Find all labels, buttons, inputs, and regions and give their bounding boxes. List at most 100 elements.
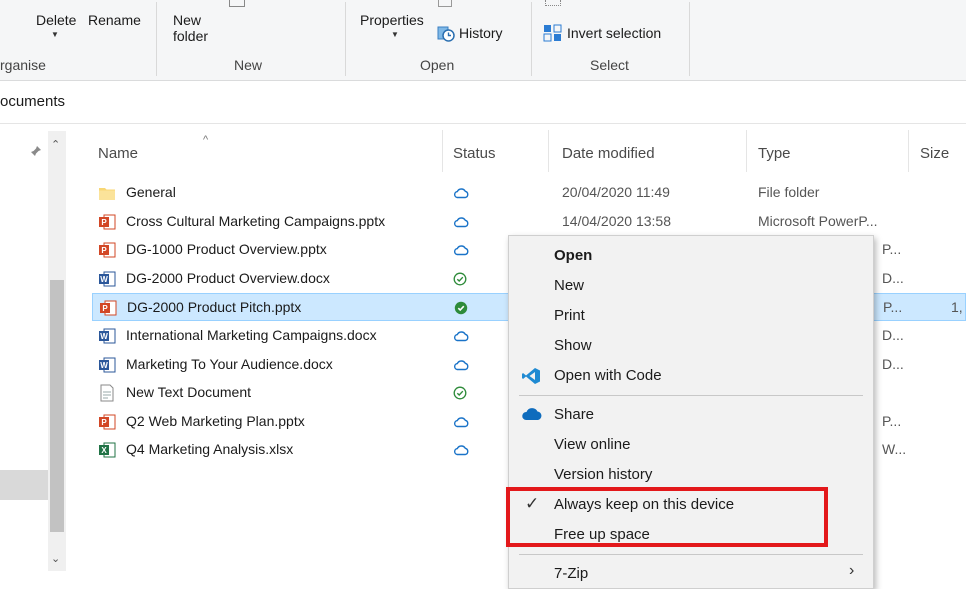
onedrive-cloud-icon bbox=[521, 406, 542, 424]
menu-item-print[interactable]: Print bbox=[509, 302, 873, 330]
excel-icon: X bbox=[98, 441, 116, 459]
checkmark-icon: ✓ bbox=[525, 494, 540, 513]
file-name: General bbox=[126, 184, 176, 200]
column-divider[interactable] bbox=[746, 130, 747, 172]
file-name: New Text Document bbox=[126, 384, 252, 401]
menu-item-version-history[interactable]: Version history bbox=[509, 461, 873, 489]
menu-item-view-online[interactable]: View online bbox=[509, 431, 873, 459]
cloud-status-icon bbox=[453, 243, 469, 259]
column-header-type[interactable]: Type bbox=[758, 145, 791, 162]
rename-button[interactable]: Rename bbox=[88, 12, 141, 28]
file-type: File folder bbox=[758, 184, 820, 200]
group-label-open: Open bbox=[420, 57, 455, 73]
address-path: ocuments bbox=[0, 93, 66, 110]
menu-item-7zip[interactable]: 7-Zip › bbox=[509, 560, 873, 588]
ribbon: Delete ▼ Rename New folder Properties ▼ … bbox=[0, 0, 966, 81]
always-available-status-icon bbox=[454, 301, 468, 318]
svg-text:W: W bbox=[100, 361, 108, 370]
file-name: Q2 Web Marketing Plan.pptx bbox=[126, 412, 305, 429]
cloud-status-icon bbox=[453, 186, 469, 202]
menu-item-open-with-code[interactable]: Open with Code bbox=[509, 362, 873, 390]
file-date-modified: 20/04/2020 11:49 bbox=[562, 184, 670, 200]
word-icon: W bbox=[98, 270, 116, 288]
group-divider bbox=[689, 2, 690, 76]
cloud-status-icon bbox=[453, 329, 469, 345]
column-divider[interactable] bbox=[442, 130, 443, 172]
column-divider[interactable] bbox=[908, 130, 909, 172]
menu-item-label: 7-Zip bbox=[554, 565, 589, 582]
svg-text:P: P bbox=[101, 218, 107, 227]
delete-dropdown-icon[interactable]: ▼ bbox=[51, 30, 59, 39]
group-label-organise: rganise bbox=[0, 57, 46, 73]
history-button[interactable]: History bbox=[459, 25, 503, 41]
menu-item-label: Print bbox=[554, 307, 585, 324]
file-name: DG-2000 Product Pitch.pptx bbox=[127, 299, 302, 316]
file-row[interactable]: P Cross Cultural Marketing Campaigns.pptx… bbox=[92, 208, 966, 236]
powerpoint-icon: P bbox=[98, 213, 116, 231]
cloud-status-icon bbox=[453, 443, 469, 459]
pin-icon[interactable] bbox=[30, 144, 42, 156]
invert-selection-icon[interactable] bbox=[543, 24, 563, 42]
new-folder-label-line2: folder bbox=[173, 28, 209, 44]
cloud-status-icon bbox=[453, 215, 469, 231]
menu-item-share[interactable]: Share bbox=[509, 401, 873, 429]
address-bar[interactable]: ocuments bbox=[0, 81, 966, 124]
file-name: DG-1000 Product Overview.pptx bbox=[126, 241, 327, 258]
group-divider bbox=[156, 2, 157, 76]
edit-icon bbox=[438, 0, 452, 7]
column-header-status[interactable]: Status bbox=[453, 145, 496, 162]
svg-text:W: W bbox=[100, 332, 108, 341]
context-menu: Open New Print Show Open with Code Share… bbox=[508, 235, 874, 589]
menu-item-label: Open with Code bbox=[554, 367, 662, 384]
menu-item-label: Show bbox=[554, 337, 592, 354]
nav-pane-selected-item[interactable] bbox=[0, 470, 48, 500]
invert-selection-button[interactable]: Invert selection bbox=[567, 25, 661, 41]
column-header-date-modified[interactable]: Date modified bbox=[562, 145, 655, 162]
nav-pane-scroll-thumb[interactable] bbox=[50, 280, 64, 532]
properties-dropdown-icon[interactable]: ▼ bbox=[391, 30, 399, 39]
menu-item-free-up-space[interactable]: Free up space bbox=[509, 521, 873, 549]
file-type: P... bbox=[882, 412, 902, 429]
new-item-icon bbox=[229, 0, 245, 7]
svg-text:P: P bbox=[101, 418, 107, 427]
menu-item-open[interactable]: Open bbox=[509, 242, 873, 270]
svg-text:P: P bbox=[101, 246, 107, 255]
sort-ascending-icon: ^ bbox=[203, 134, 209, 146]
svg-text:X: X bbox=[101, 446, 107, 455]
column-divider[interactable] bbox=[548, 130, 549, 172]
group-label-select: Select bbox=[590, 57, 629, 73]
properties-button[interactable]: Properties bbox=[360, 12, 424, 28]
menu-item-always-keep-on-device[interactable]: ✓ Always keep on this device bbox=[509, 491, 873, 519]
scroll-up-icon[interactable]: ⌃ bbox=[51, 138, 60, 151]
delete-button[interactable]: Delete bbox=[36, 12, 76, 28]
folder-icon bbox=[98, 184, 116, 202]
powerpoint-icon: P bbox=[98, 413, 116, 431]
file-type: P... bbox=[883, 299, 903, 316]
file-row[interactable]: General 20/04/2020 11:49 File folder bbox=[92, 179, 966, 207]
text-file-icon bbox=[98, 384, 116, 402]
menu-item-label: View online bbox=[554, 436, 631, 453]
menu-item-show[interactable]: Show bbox=[509, 332, 873, 360]
column-header-size[interactable]: Size bbox=[920, 145, 949, 162]
history-icon[interactable] bbox=[437, 24, 455, 42]
file-type: Microsoft PowerP... bbox=[758, 212, 878, 229]
column-header-name[interactable]: Name bbox=[98, 145, 138, 162]
group-label-new: New bbox=[234, 57, 263, 73]
file-type: W... bbox=[882, 441, 907, 458]
file-name: DG-2000 Product Overview.docx bbox=[126, 269, 330, 286]
file-type: D... bbox=[882, 269, 904, 286]
file-type: D... bbox=[882, 327, 904, 343]
scroll-down-icon[interactable]: ⌄ bbox=[51, 552, 60, 565]
new-folder-button[interactable]: New folder bbox=[173, 12, 208, 44]
menu-separator bbox=[519, 395, 863, 396]
word-icon: W bbox=[98, 327, 116, 345]
file-name: Cross Cultural Marketing Campaigns.pptx bbox=[126, 212, 386, 229]
available-status-icon bbox=[453, 386, 467, 403]
file-size: 1, bbox=[951, 299, 963, 316]
menu-item-label: Share bbox=[554, 406, 595, 423]
file-name: Q4 Marketing Analysis.xlsx bbox=[126, 441, 294, 458]
menu-item-label: Always keep on this device bbox=[554, 496, 735, 513]
menu-item-new[interactable]: New bbox=[509, 272, 873, 300]
menu-item-label: New bbox=[554, 277, 585, 294]
svg-text:W: W bbox=[100, 275, 108, 284]
